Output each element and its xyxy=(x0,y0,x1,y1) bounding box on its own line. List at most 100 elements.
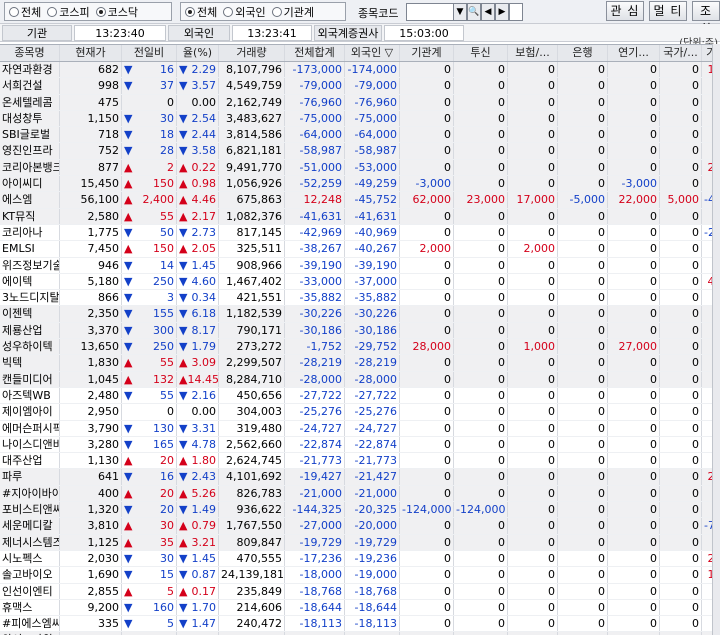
table-row[interactable]: 시노펙스 2,030 ▼ 30 ▼ 1.45 470,555 -17,236 -19,236 0 0… xyxy=(0,550,720,568)
column-header[interactable]: 외국인 ▽ xyxy=(345,45,400,61)
pension-net: 0 xyxy=(608,127,660,143)
multi-button[interactable]: 멀 티 xyxy=(649,1,687,21)
search-icon[interactable]: 🔍 xyxy=(467,3,481,21)
stock-name[interactable]: 아이씨디 xyxy=(0,176,60,192)
stock-name[interactable]: 휴맥스 xyxy=(0,599,60,616)
column-header[interactable]: 전체합계 xyxy=(285,45,345,61)
table-row[interactable]: KT뮤직 2,580 ▲ 55 ▲ 2.17 1,082,376 -41,631 -41,631… xyxy=(0,208,712,225)
table-row[interactable]: 인선이엔티 2,855 ▲ 5 ▲ 0.17 235,849 -18,768 -18,768 0 0… xyxy=(0,583,712,600)
stock-name[interactable]: 성우하이텍 xyxy=(0,339,60,355)
table-row[interactable]: 제너시스템즈 1,125 ▲ 35 ▲ 3.21 809,847 -19,729 -19,729… xyxy=(0,534,712,551)
stock-name[interactable]: 솔고바이오 xyxy=(0,567,60,583)
column-header[interactable]: 전일비 xyxy=(122,45,177,61)
column-header[interactable]: 현재가 xyxy=(60,45,122,61)
stock-name[interactable]: 빅텍 xyxy=(0,355,60,371)
watchlist-button[interactable]: 관 심 xyxy=(606,1,644,21)
table-row[interactable]: 코리아본뱅크 877 ▲ 2 ▲ 0.22 9,491,770 -51,000 -53,000 0… xyxy=(0,159,720,177)
stock-name[interactable]: 인선이엔티 xyxy=(0,583,60,599)
table-row[interactable]: 에스엠 56,100 ▲ 2,400 ▲ 4.46 675,863 12,248 -45,752… xyxy=(0,192,720,209)
investor-radio-foreign[interactable]: 외국인 xyxy=(223,4,266,20)
table-row[interactable]: 아즈텍WB 2,480 ▼ 55 ▼ 2.16 450,656 -27,722 -27,722 0… xyxy=(0,387,712,405)
column-header[interactable]: 보험/... xyxy=(508,45,558,61)
table-row[interactable]: 위즈정보기술 946 ▼ 14 ▼ 1.45 908,966 -39,190 -39,190 0 0… xyxy=(0,257,712,274)
column-header[interactable]: 국가/... xyxy=(660,45,702,61)
table-row[interactable]: 온세텔레콤 475 0 0.00 2,162,749 -76,960 -76,960 0 0 0 0… xyxy=(0,94,712,111)
table-row[interactable]: #피에스엠씨 335 ▼ 5 ▼ 1.47 240,472 -18,113 -18,113 0 0 0… xyxy=(0,616,712,633)
market-radio-kosdaq[interactable]: 코스닥 xyxy=(95,4,138,20)
stock-name[interactable]: 제이엠아이 xyxy=(0,404,60,420)
stock-name[interactable]: #피에스엠씨 xyxy=(0,616,60,632)
next-arrow-icon[interactable]: ▶ xyxy=(495,3,509,21)
table-row[interactable]: 세운메디칼 3,810 ▲ 30 ▲ 0.79 1,767,550 -27,000 -20,00… xyxy=(0,518,720,535)
table-row[interactable]: 파루 641 ▼ 16 ▼ 2.43 4,101,692 -19,427 -21,427 0 0 0 0… xyxy=(0,469,720,486)
table-row[interactable]: 이젠텍 2,350 ▼ 155 ▼ 6.18 1,182,539 -30,226 -30,226… xyxy=(0,306,712,323)
stock-name[interactable]: 포비스티앤씨 xyxy=(0,502,60,518)
column-header[interactable]: 기관계 xyxy=(400,45,454,61)
stock-name[interactable]: 아즈텍WB xyxy=(0,387,60,404)
table-row[interactable]: 3노드디지탈 866 ▼ 3 ▼ 0.34 421,551 -35,882 -35,882 0 0 0… xyxy=(0,290,712,307)
investor-radio-institution[interactable]: 기관계 xyxy=(271,4,314,20)
table-row[interactable]: 성우하이텍 13,650 ▼ 250 ▼ 1.79 273,272 -1,752 -29,752… xyxy=(0,339,712,356)
table-row[interactable]: 포비스티앤씨 1,320 ▼ 20 ▼ 1.49 936,622 -144,325 -20,32… xyxy=(0,502,712,519)
stock-name[interactable]: 자연과환경 xyxy=(0,62,60,78)
column-header[interactable]: 투신 xyxy=(454,45,508,61)
stock-name[interactable]: 위즈정보기술 xyxy=(0,257,60,273)
stock-name[interactable]: 온세텔레콤 xyxy=(0,94,60,110)
stock-code-input[interactable] xyxy=(406,3,454,21)
table-row[interactable]: 아이씨디 15,450 ▲ 150 ▲ 0.98 1,056,926 -52,259 -49,2… xyxy=(0,176,712,193)
market-radio-all[interactable]: 전체 xyxy=(9,4,41,20)
stock-name[interactable]: 세운메디칼 xyxy=(0,518,60,534)
stock-name[interactable]: KT뮤직 xyxy=(0,208,60,224)
stock-name[interactable]: 영진인프라 xyxy=(0,143,60,159)
column-header[interactable]: 거래량 xyxy=(219,45,285,61)
stock-name[interactable]: 서희건설 xyxy=(0,78,60,94)
table-row[interactable]: 빅텍 1,830 ▲ 55 ▲ 3.09 2,299,507 -28,219 -28,219 0 0… xyxy=(0,355,712,372)
stock-name[interactable]: 나이스디앤비 xyxy=(0,436,60,453)
column-header[interactable]: 율(%) xyxy=(177,45,219,61)
stock-name[interactable]: 제룡산업 xyxy=(0,322,60,339)
stock-name[interactable]: 제너시스템즈 xyxy=(0,534,60,550)
investor-radio-all[interactable]: 전체 xyxy=(185,4,217,20)
table-row[interactable]: 코리아나 1,775 ▼ 50 ▼ 2.73 817,145 -42,969 -40,969 0 0… xyxy=(0,224,720,242)
table-row[interactable]: 나이스디앤비 3,280 ▼ 165 ▼ 4.78 2,562,660 -22,874 -22,… xyxy=(0,436,712,454)
stock-name[interactable]: EMLSI xyxy=(0,241,60,257)
prev-arrow-icon[interactable]: ◀ xyxy=(481,3,495,21)
table-row[interactable]: 캔들미디어 1,045 ▲ 132 ▲ 14.45 8,284,710 -28,000 -28,… xyxy=(0,371,712,388)
column-header[interactable]: 은행 xyxy=(558,45,608,61)
table-row[interactable]: SBI글로벌 718 ▼ 18 ▼ 2.44 3,814,586 -64,000 -64,000… xyxy=(0,127,712,144)
stock-name[interactable]: 코리아본뱅크 xyxy=(0,159,60,176)
market-radio-kospi[interactable]: 코스피 xyxy=(47,4,90,20)
stock-name[interactable]: 대성창투 xyxy=(0,110,60,127)
stock-name[interactable]: 대주산업 xyxy=(0,453,60,469)
volume: 9,491,770 xyxy=(219,159,285,176)
table-row[interactable]: 제룡산업 3,370 ▼ 300 ▼ 8.17 790,171 -30,186 -30,186 0… xyxy=(0,322,712,340)
column-header[interactable]: 연기... xyxy=(608,45,660,61)
stock-name[interactable]: 파루 xyxy=(0,469,60,485)
stock-name[interactable]: #지아이바이오 xyxy=(0,485,60,502)
table-row[interactable]: 에이텍 5,180 ▼ 250 ▼ 4.60 1,467,402 -33,000 -37,000… xyxy=(0,273,720,291)
dropdown-arrow-icon[interactable]: ▼ xyxy=(453,3,467,21)
stock-name[interactable]: 에이텍 xyxy=(0,273,60,290)
table-row[interactable]: 휴맥스 9,200 ▼ 160 ▼ 1.70 214,606 -18,644 -18,644 0 0… xyxy=(0,599,712,617)
table-row[interactable]: 자연과환경 682 ▼ 16 ▼ 2.29 8,107,796 -173,000 -174,00… xyxy=(0,62,720,79)
stock-name[interactable]: 시노펙스 xyxy=(0,550,60,567)
table-row[interactable]: 대성창투 1,150 ▼ 30 ▼ 2.54 3,483,627 -75,000 -75,000… xyxy=(0,110,712,128)
stock-name[interactable]: 이젠텍 xyxy=(0,306,60,322)
column-header[interactable]: 종목명 xyxy=(0,45,60,61)
table-row[interactable]: EMLSI 7,450 ▲ 150 ▲ 2.05 325,511 -38,267 -40,267… xyxy=(0,241,712,258)
stock-name[interactable]: 3노드디지탈 xyxy=(0,290,60,306)
stock-name[interactable]: 캔들미디어 xyxy=(0,371,60,387)
table-row[interactable]: 에머슨퍼시픽 3,790 ▼ 130 ▼ 3.31 319,480 -24,727 -24,72… xyxy=(0,420,712,437)
vertical-scrollbar[interactable] xyxy=(712,44,720,635)
table-row[interactable]: 서희건설 998 ▼ 37 ▼ 3.57 4,549,759 -79,000 -79,000 0 0… xyxy=(0,78,712,95)
query-button[interactable]: 조 회 xyxy=(692,1,720,36)
table-row[interactable]: 솔고바이오 1,690 ▼ 15 ▼ 0.87 24,139,181 -18,000 -19,0… xyxy=(0,567,720,584)
table-row[interactable]: #지아이바이오400▲20▲5.26826,783-21,000-21,0000… xyxy=(0,485,712,503)
stock-name[interactable]: 에스엠 xyxy=(0,192,60,208)
table-row[interactable]: 영진인프라 752 ▼ 28 ▼ 3.58 6,821,181 -58,987 -58,987 0… xyxy=(0,143,712,160)
stock-name[interactable]: 코리아나 xyxy=(0,224,60,241)
table-row[interactable]: 제이엠아이 2,950 0 0.00 304,003 -25,276 -25,276 0 0 0 0… xyxy=(0,404,712,421)
stock-name[interactable]: SBI글로벌 xyxy=(0,127,60,143)
table-row[interactable]: 대주산업 1,130 ▲ 20 ▲ 1.80 2,624,745 -21,773 -21,773… xyxy=(0,453,712,470)
stock-name[interactable]: 에머슨퍼시픽 xyxy=(0,420,60,436)
